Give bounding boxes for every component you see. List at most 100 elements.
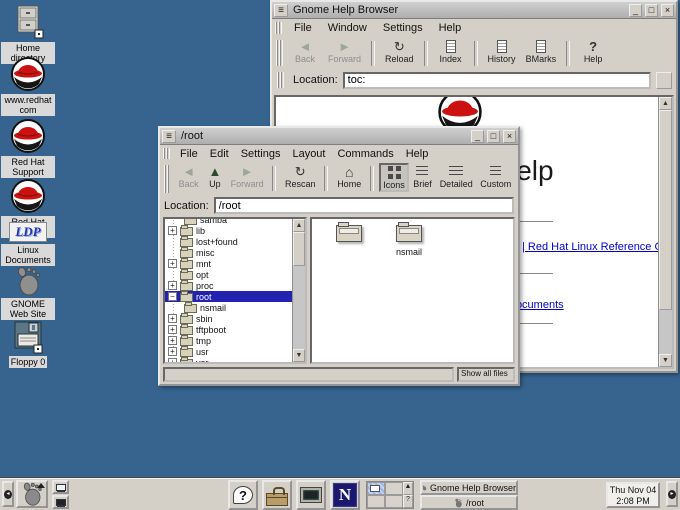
window-menu-icon[interactable]: ≡	[274, 4, 288, 17]
brief-view-button[interactable]: Brief	[409, 163, 436, 190]
reference-guide-link[interactable]: | Red Hat Linux Reference Guide	[522, 241, 658, 253]
maximize-button[interactable]: □	[645, 4, 658, 17]
file-list-pane[interactable]: nsmail	[310, 217, 515, 364]
scroll-down-icon[interactable]: ▼	[293, 349, 305, 362]
configuration-tool-launcher[interactable]	[262, 480, 292, 510]
expander-icon[interactable]: +	[168, 259, 177, 268]
toolbar-grip[interactable]	[276, 40, 283, 66]
menu-settings[interactable]: Settings	[235, 146, 287, 162]
custom-view-button[interactable]: Custom	[476, 163, 515, 190]
deskguide-help-icon[interactable]: ?	[403, 495, 413, 508]
tree-item[interactable]: +tftpboot	[165, 324, 292, 335]
forward-button[interactable]: ► Forward	[227, 163, 267, 190]
tree-item[interactable]: +lib	[165, 225, 292, 236]
panel-hide-left-button[interactable]: ◂	[2, 481, 14, 507]
scrollbar-thumb[interactable]	[659, 110, 672, 310]
desktop-icon-floppy-0[interactable]: Floppy 0	[0, 320, 56, 368]
toolbar-grip[interactable]	[164, 165, 170, 193]
workspace-pager[interactable]	[367, 482, 403, 508]
location-input[interactable]	[343, 72, 651, 89]
scroll-up-icon[interactable]: ▲	[293, 219, 305, 232]
tree-item-selected[interactable]: −root	[165, 291, 292, 302]
tree-item[interactable]: +sbin	[165, 313, 292, 324]
back-button[interactable]: ◄ Back	[287, 38, 323, 65]
index-button[interactable]: Index	[433, 38, 469, 65]
main-menu-button[interactable]	[16, 480, 48, 508]
desktop-icon-redhat-support[interactable]: Red Hat Support	[0, 118, 56, 178]
minimize-button[interactable]: _	[471, 130, 484, 143]
tree-item[interactable]: +proc	[165, 280, 292, 291]
netscape-launcher[interactable]: N	[330, 480, 360, 510]
menu-commands[interactable]: Commands	[331, 146, 399, 162]
screen-applet-top-button[interactable]	[52, 480, 69, 494]
clock-applet[interactable]: Thu Nov 04 2:08 PM	[606, 482, 660, 508]
menu-file[interactable]: File	[174, 146, 204, 162]
expander-icon[interactable]: +	[168, 314, 177, 323]
forward-button[interactable]: ► Forward	[323, 38, 366, 65]
menubar-grip[interactable]	[275, 22, 282, 34]
scroll-up-icon[interactable]: ▲	[659, 97, 672, 110]
tree-item[interactable]: misc	[165, 247, 292, 258]
desktop-icon-linux-documents[interactable]: LDP Linux Documents	[0, 222, 56, 266]
desk-guide-applet[interactable]: ▲ ?	[366, 481, 414, 509]
workspace-active[interactable]	[367, 482, 385, 495]
bmarks-button[interactable]: BMarks	[521, 38, 562, 65]
menu-edit[interactable]: Edit	[204, 146, 235, 162]
expander-icon[interactable]: +	[168, 281, 177, 290]
tree-item[interactable]: +var	[165, 357, 292, 362]
fm-window-titlebar[interactable]: ≡ /root _ □ ×	[160, 128, 518, 145]
history-button[interactable]: History	[483, 38, 521, 65]
up-button[interactable]: ▲ Up	[203, 163, 227, 190]
menu-settings[interactable]: Settings	[375, 20, 431, 36]
close-button[interactable]: ×	[661, 4, 674, 17]
close-button[interactable]: ×	[503, 130, 516, 143]
help-button[interactable]: ? Help	[575, 38, 611, 65]
help-launcher[interactable]: ?	[228, 480, 258, 510]
terminal-launcher[interactable]	[296, 480, 326, 510]
menu-layout[interactable]: Layout	[286, 146, 331, 162]
icons-view-button[interactable]: Icons	[379, 163, 409, 192]
window-menu-icon[interactable]: ≡	[162, 130, 176, 143]
reload-button[interactable]: ↻ Reload	[380, 38, 419, 65]
maximize-button[interactable]: □	[487, 130, 500, 143]
panel-hide-right-button[interactable]: ▸	[666, 481, 678, 507]
workspace[interactable]	[385, 495, 403, 508]
help-vertical-scrollbar[interactable]: ▲ ▼	[658, 97, 672, 367]
expander-icon[interactable]: +	[168, 347, 177, 356]
back-button[interactable]: ◄ Back	[174, 163, 202, 190]
minimize-button[interactable]: _	[629, 4, 642, 17]
expander-icon[interactable]: +	[168, 325, 177, 334]
location-grip[interactable]	[277, 72, 284, 88]
desktop-icon-www-redhat-com[interactable]: www.redhat com	[0, 56, 56, 116]
help-window-titlebar[interactable]: ≡ Gnome Help Browser _ □ ×	[272, 2, 676, 19]
home-button[interactable]: ⌂ Home	[333, 163, 365, 190]
tree-item[interactable]: nsmail	[165, 302, 292, 313]
location-dropdown-button[interactable]	[656, 72, 672, 89]
location-input[interactable]	[214, 197, 514, 214]
menu-window[interactable]: Window	[320, 20, 375, 36]
screen-applet-bottom-button[interactable]	[52, 495, 69, 509]
tree-item[interactable]: lost+found	[165, 236, 292, 247]
tree-item[interactable]: +tmp	[165, 335, 292, 346]
tree-item[interactable]: opt	[165, 269, 292, 280]
scroll-down-icon[interactable]: ▼	[659, 354, 672, 367]
expander-icon[interactable]: +	[168, 226, 177, 235]
menu-file[interactable]: File	[286, 20, 320, 36]
detailed-view-button[interactable]: Detailed	[436, 163, 476, 190]
expander-icon[interactable]: +	[168, 336, 177, 345]
menu-help[interactable]: Help	[400, 146, 435, 162]
menubar-grip[interactable]	[163, 148, 170, 159]
workspace[interactable]	[367, 495, 385, 508]
menu-help[interactable]: Help	[431, 20, 470, 36]
scrollbar-thumb[interactable]	[293, 232, 305, 266]
desktop-icon-gnome-web-site[interactable]: GNOME Web Site	[0, 266, 56, 320]
deskguide-arrow-icon[interactable]: ▲	[403, 482, 413, 495]
tree-vertical-scrollbar[interactable]: ▲ ▼	[292, 219, 305, 362]
tree-item[interactable]: +mnt	[165, 258, 292, 269]
tree-item[interactable]: +usr	[165, 346, 292, 357]
task-button-root[interactable]: /root	[420, 495, 518, 510]
rescan-button[interactable]: ↻ Rescan	[281, 163, 319, 190]
expander-icon[interactable]: −	[168, 292, 177, 301]
expander-icon[interactable]: +	[168, 358, 177, 362]
workspace[interactable]	[385, 482, 403, 495]
